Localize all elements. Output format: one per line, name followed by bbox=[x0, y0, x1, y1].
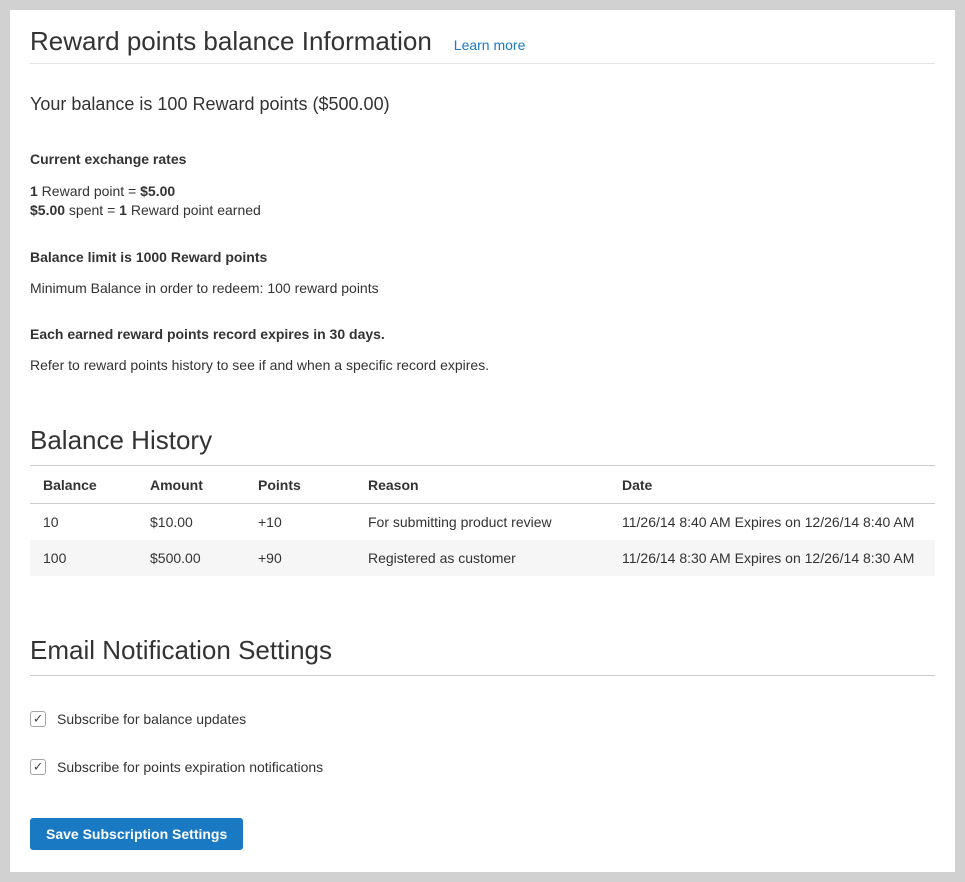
cell-date: 11/26/14 8:40 AM Expires on 12/26/14 8:4… bbox=[609, 504, 935, 541]
table-row: 100 $500.00 +90 Registered as customer 1… bbox=[30, 540, 935, 576]
cell-reason: For submitting product review bbox=[355, 504, 609, 541]
exchange-rates-heading: Current exchange rates bbox=[30, 150, 935, 168]
rate2-points: 1 bbox=[119, 202, 127, 218]
page-title-row: Reward points balance Information Learn … bbox=[30, 10, 935, 64]
email-settings-title: Email Notification Settings bbox=[30, 634, 935, 676]
cell-balance: 10 bbox=[30, 504, 137, 541]
cell-points: +10 bbox=[245, 504, 355, 541]
column-header-balance: Balance bbox=[30, 466, 137, 504]
rate2-tail: Reward point earned bbox=[127, 202, 261, 218]
subscribe-balance-updates-field: ✓ Subscribe for balance updates bbox=[30, 710, 935, 728]
cell-reason: Registered as customer bbox=[355, 540, 609, 576]
table-header-row: Balance Amount Points Reason Date bbox=[30, 466, 935, 504]
subscribe-expiration-notifications-label[interactable]: Subscribe for points expiration notifica… bbox=[57, 758, 323, 776]
rate1-points: 1 bbox=[30, 183, 38, 199]
rate2-amount: $5.00 bbox=[30, 202, 65, 218]
column-header-points: Points bbox=[245, 466, 355, 504]
balance-history-table: Balance Amount Points Reason Date 10 $10… bbox=[30, 466, 935, 576]
exchange-rates-text: 1 Reward point = $5.00 $5.00 spent = 1 R… bbox=[30, 182, 935, 220]
balance-limit-heading: Balance limit is 1000 Reward points bbox=[30, 248, 935, 266]
learn-more-link[interactable]: Learn more bbox=[454, 37, 526, 53]
page-title: Reward points balance Information bbox=[30, 26, 432, 56]
balance-history-title: Balance History bbox=[30, 424, 935, 466]
column-header-reason: Reason bbox=[355, 466, 609, 504]
exchange-rate-line-1: 1 Reward point = $5.00 bbox=[30, 182, 935, 201]
min-redeem-text: Minimum Balance in order to redeem: 100 … bbox=[30, 279, 935, 297]
reward-points-panel: Reward points balance Information Learn … bbox=[10, 10, 955, 872]
cell-amount: $500.00 bbox=[137, 540, 245, 576]
cell-date: 11/26/14 8:30 AM Expires on 12/26/14 8:3… bbox=[609, 540, 935, 576]
subscribe-balance-updates-checkbox[interactable]: ✓ bbox=[30, 711, 46, 727]
subscribe-balance-updates-label[interactable]: Subscribe for balance updates bbox=[57, 710, 246, 728]
column-header-amount: Amount bbox=[137, 466, 245, 504]
rate2-mid: spent = bbox=[65, 202, 119, 218]
rate1-amount: $5.00 bbox=[140, 183, 175, 199]
checkmark-icon: ✓ bbox=[33, 713, 43, 725]
column-header-date: Date bbox=[609, 466, 935, 504]
expiration-heading: Each earned reward points record expires… bbox=[30, 325, 935, 343]
cell-balance: 100 bbox=[30, 540, 137, 576]
rate1-mid: Reward point = bbox=[38, 183, 140, 199]
save-subscription-settings-button[interactable]: Save Subscription Settings bbox=[30, 818, 243, 850]
table-row: 10 $10.00 +10 For submitting product rev… bbox=[30, 504, 935, 541]
cell-points: +90 bbox=[245, 540, 355, 576]
exchange-rate-line-2: $5.00 spent = 1 Reward point earned bbox=[30, 201, 935, 220]
subscribe-expiration-notifications-checkbox[interactable]: ✓ bbox=[30, 759, 46, 775]
subscribe-expiration-notifications-field: ✓ Subscribe for points expiration notifi… bbox=[30, 758, 935, 776]
cell-amount: $10.00 bbox=[137, 504, 245, 541]
balance-summary: Your balance is 100 Reward points ($500.… bbox=[30, 93, 935, 115]
checkmark-icon: ✓ bbox=[33, 761, 43, 773]
expiration-note: Refer to reward points history to see if… bbox=[30, 356, 935, 374]
